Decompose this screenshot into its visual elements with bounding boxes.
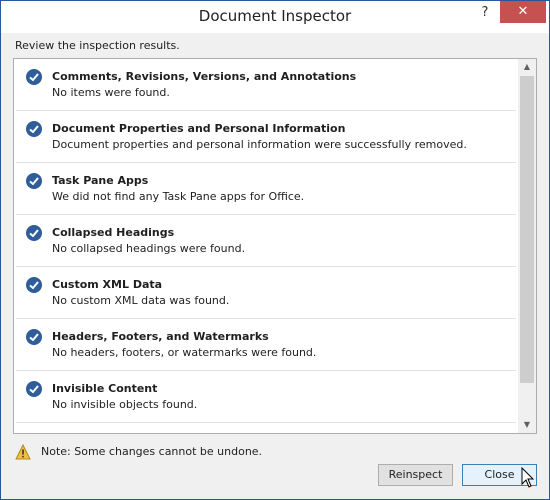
result-description: No custom XML data was found. (52, 294, 230, 307)
check-icon (26, 173, 42, 189)
scroll-thumb[interactable] (520, 76, 534, 383)
check-icon (26, 381, 42, 397)
result-item: Custom XML Data No custom XML data was f… (16, 267, 516, 319)
vertical-scrollbar[interactable]: ▲ ▼ (518, 59, 536, 433)
result-description: No collapsed headings were found. (52, 242, 246, 255)
close-window-button[interactable]: ✕ (500, 1, 546, 23)
warning-icon (15, 444, 31, 460)
check-icon (26, 69, 42, 85)
results-list[interactable]: Comments, Revisions, Versions, and Annot… (13, 58, 537, 434)
result-title: Invisible Content (52, 382, 158, 395)
check-icon (26, 121, 42, 137)
results-list-viewport: Comments, Revisions, Versions, and Annot… (14, 59, 518, 433)
scroll-down-arrow-icon[interactable]: ▼ (518, 417, 536, 433)
result-title: Document Properties and Personal Informa… (52, 122, 346, 135)
result-title: Custom XML Data (52, 278, 163, 291)
result-title: Comments, Revisions, Versions, and Annot… (52, 70, 357, 83)
scroll-up-arrow-icon[interactable]: ▲ (518, 59, 536, 75)
result-item: Invisible Content No invisible objects f… (16, 371, 516, 423)
result-description: No headers, footers, or watermarks were … (52, 346, 317, 359)
result-title: Headers, Footers, and Watermarks (52, 330, 269, 343)
dialog-title: Document Inspector (198, 7, 352, 25)
result-item: Headers, Footers, and Watermarks No head… (16, 319, 516, 371)
result-title: Collapsed Headings (52, 226, 175, 239)
check-icon (26, 225, 42, 241)
document-inspector-dialog: Document Inspector ? ✕ Review the inspec… (0, 0, 550, 500)
check-icon (26, 329, 42, 345)
result-item: Collapsed Headings No collapsed headings… (16, 215, 516, 267)
note-text: Note: Some changes cannot be undone. (41, 445, 263, 458)
reinspect-button[interactable]: Reinspect (378, 464, 453, 486)
result-title: Task Pane Apps (52, 174, 149, 187)
result-description: No items were found. (52, 86, 170, 99)
result-description: We did not find any Task Pane apps for O… (52, 190, 305, 203)
mouse-cursor-icon (521, 467, 535, 488)
result-description: No invisible objects found. (52, 398, 198, 411)
result-item: Task Pane Apps We did not find any Task … (16, 163, 516, 215)
result-item: Document Properties and Personal Informa… (16, 111, 516, 163)
result-item: Comments, Revisions, Versions, and Annot… (16, 59, 516, 111)
check-icon (26, 277, 42, 293)
help-button[interactable]: ? (471, 1, 499, 25)
result-description: Document properties and personal informa… (52, 138, 467, 151)
review-label: Review the inspection results. (15, 39, 180, 52)
title-bar: Document Inspector ? ✕ (1, 1, 549, 33)
